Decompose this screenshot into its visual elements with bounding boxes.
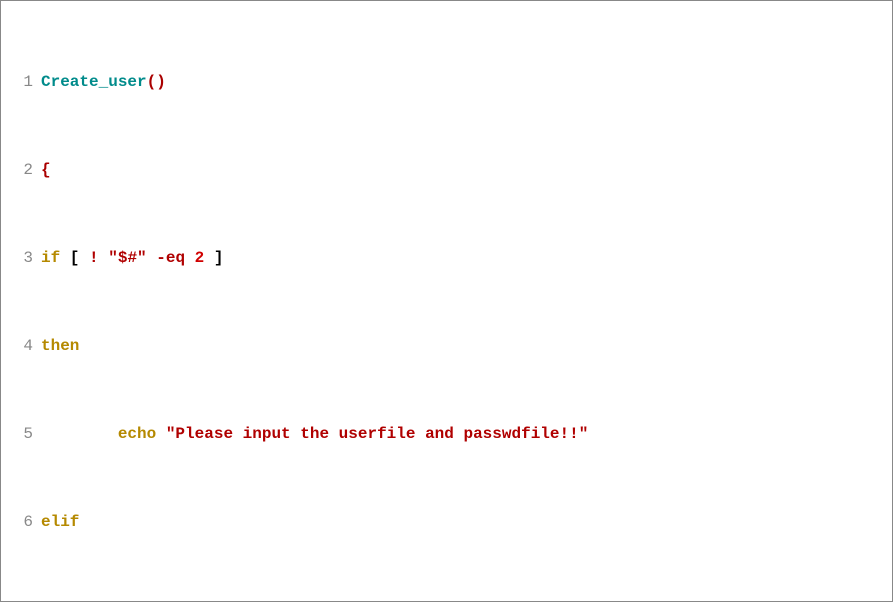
code-line: 1 Create_user() xyxy=(5,71,888,93)
code-line: 4 then xyxy=(5,335,888,357)
line-number: 1 xyxy=(5,71,41,93)
code-line: 2 { xyxy=(5,159,888,181)
code-content: if [ ! "$#" -eq 2 ] xyxy=(41,247,888,269)
line-number: 4 xyxy=(5,335,41,357)
code-content: elif xyxy=(41,511,888,533)
code-content: Create_user() xyxy=(41,71,888,93)
code-content: { xyxy=(41,159,888,181)
code-line: 6 elif xyxy=(5,511,888,533)
code-editor[interactable]: 1 Create_user() 2 { 3 if [ ! "$#" -eq 2 … xyxy=(0,0,893,602)
code-line: 5 echo "Please input the userfile and pa… xyxy=(5,423,888,445)
line-number: 6 xyxy=(5,511,41,533)
line-number: 3 xyxy=(5,247,41,269)
code-content: then xyxy=(41,335,888,357)
code-content: echo "Please input the userfile and pass… xyxy=(41,423,888,445)
line-number: 5 xyxy=(5,423,41,445)
code-line: 3 if [ ! "$#" -eq 2 ] xyxy=(5,247,888,269)
line-number: 2 xyxy=(5,159,41,181)
